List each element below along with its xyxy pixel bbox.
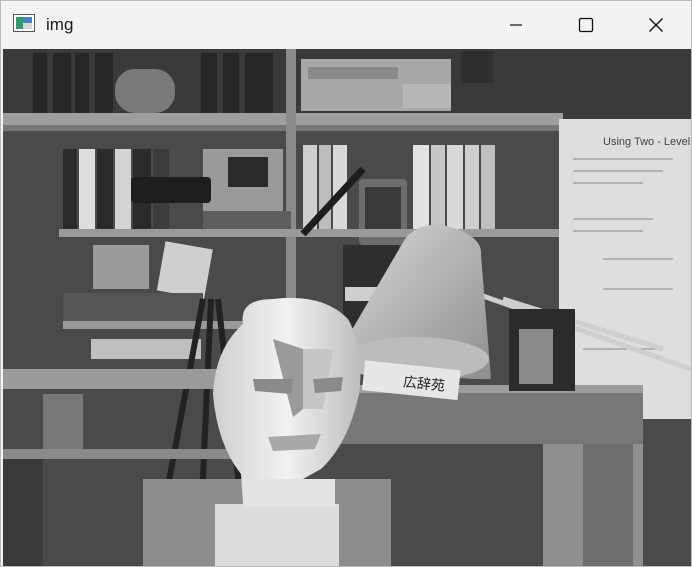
- close-button[interactable]: [621, 1, 691, 49]
- minimize-button[interactable]: [481, 1, 551, 49]
- maximize-icon: [578, 17, 594, 33]
- photo: Using Two - Level Dyna: [3, 49, 691, 566]
- poster-text: Using Two - Level Dyna: [603, 136, 691, 148]
- image-canvas: Using Two - Level Dyna: [3, 49, 691, 566]
- window-title: img: [46, 15, 74, 34]
- title-bar[interactable]: img: [1, 1, 691, 49]
- maximize-button[interactable]: [551, 1, 621, 49]
- minimize-icon: [509, 18, 523, 32]
- close-icon: [648, 17, 664, 33]
- app-icon: [13, 14, 35, 32]
- app-window: img Using Two - Level 広辞苑: [0, 0, 692, 567]
